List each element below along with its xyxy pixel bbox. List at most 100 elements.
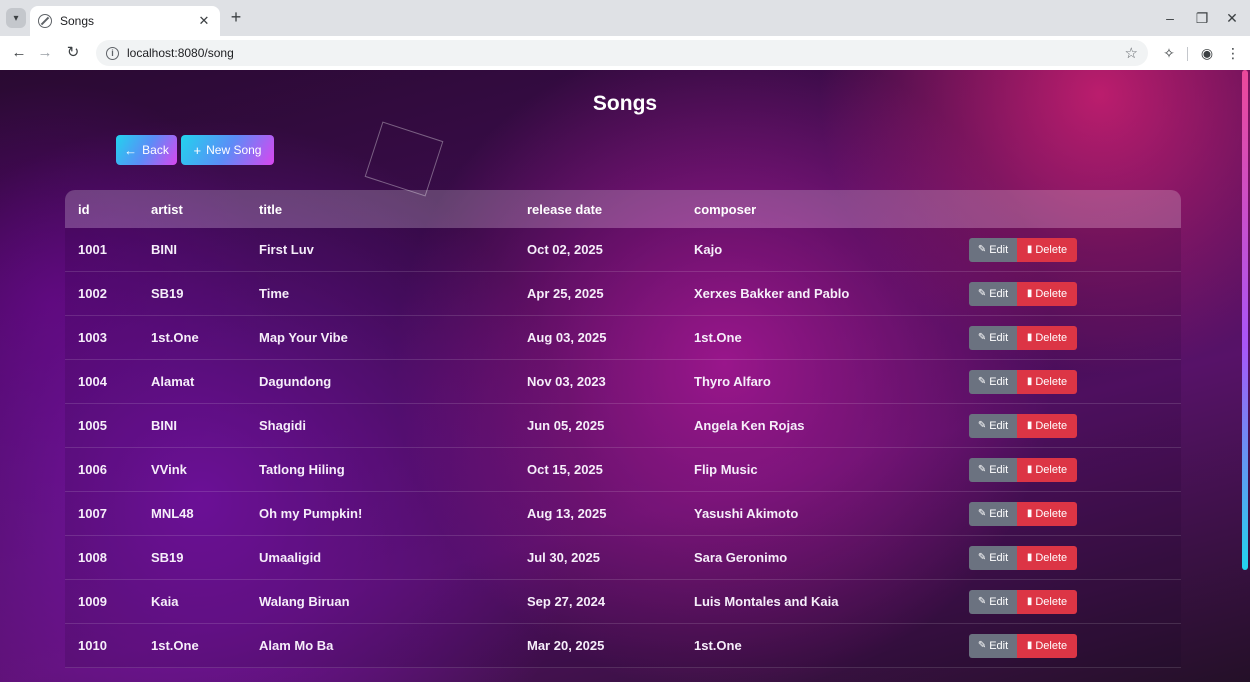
row-actions: ✎ Edit ▮ Delete bbox=[969, 501, 1169, 526]
cell-release-date: Aug 03, 2025 bbox=[527, 330, 607, 345]
site-info-icon[interactable]: i bbox=[106, 46, 119, 60]
cell-title: Time bbox=[259, 286, 290, 301]
edit-button[interactable]: ✎ Edit bbox=[969, 237, 1017, 262]
cell-release-date: Sep 27, 2024 bbox=[527, 594, 606, 609]
table-header: id artist title release date composer bbox=[65, 190, 1181, 228]
edit-button[interactable]: ✎ Edit bbox=[969, 501, 1017, 526]
row-actions: ✎ Edit ▮ Delete bbox=[969, 281, 1169, 306]
browser-tab-strip: ▾ Songs ✕ + – ❐ ✕ bbox=[0, 0, 1250, 36]
delete-button-label: Delete bbox=[1035, 331, 1068, 344]
edit-button[interactable]: ✎ Edit bbox=[969, 545, 1017, 570]
profile-avatar-icon[interactable]: ◉ bbox=[1196, 42, 1218, 64]
edit-button[interactable]: ✎ Edit bbox=[969, 413, 1017, 438]
cell-composer: Kajo bbox=[694, 242, 723, 257]
cell-title: Oh my Pumpkin! bbox=[259, 506, 363, 521]
cell-composer: Angela Ken Rojas bbox=[694, 418, 805, 433]
minimize-window-button[interactable]: – bbox=[1154, 6, 1186, 30]
trash-icon: ▮ bbox=[1026, 508, 1033, 519]
tab-search-button[interactable]: ▾ bbox=[6, 8, 26, 28]
cell-artist: MNL48 bbox=[151, 506, 194, 521]
table-row: 1003 1st.One Map Your Vibe Aug 03, 2025 1st.… bbox=[65, 316, 1181, 360]
cell-id: 1003 bbox=[78, 330, 107, 345]
trash-icon: ▮ bbox=[1026, 420, 1033, 431]
trash-icon: ▮ bbox=[1026, 640, 1033, 651]
cell-composer: 1st.One bbox=[694, 330, 742, 345]
cell-id: 1009 bbox=[78, 594, 107, 609]
header-artist: artist bbox=[151, 201, 183, 217]
cell-release-date: Oct 15, 2025 bbox=[527, 462, 603, 477]
new-tab-button[interactable]: + bbox=[226, 8, 246, 28]
edit-button-label: Edit bbox=[989, 463, 1009, 476]
edit-button-label: Edit bbox=[989, 375, 1009, 388]
delete-button[interactable]: ▮ Delete bbox=[1017, 281, 1077, 306]
cell-artist: Kaia bbox=[151, 594, 179, 609]
cell-title: Dagundong bbox=[259, 374, 332, 389]
new-song-button-label: New Song bbox=[206, 143, 262, 157]
page-favicon-icon bbox=[38, 14, 52, 28]
header-id: id bbox=[78, 201, 90, 217]
browser-menu-icon[interactable]: ⋮ bbox=[1222, 42, 1244, 64]
delete-button[interactable]: ▮ Delete bbox=[1017, 237, 1077, 262]
extensions-icon[interactable]: ✧ bbox=[1158, 42, 1180, 64]
new-song-button[interactable]: + New Song bbox=[181, 135, 274, 165]
delete-button[interactable]: ▮ Delete bbox=[1017, 589, 1077, 614]
pencil-icon: ✎ bbox=[977, 376, 987, 387]
cell-release-date: Jul 30, 2025 bbox=[527, 550, 600, 565]
reload-button[interactable]: ↻ bbox=[62, 42, 84, 64]
cell-composer: Luis Montales and Kaia bbox=[694, 594, 839, 609]
edit-button[interactable]: ✎ Edit bbox=[969, 369, 1017, 394]
address-bar[interactable]: i localhost:8080/song ☆ bbox=[96, 40, 1148, 66]
pencil-icon: ✎ bbox=[977, 288, 987, 299]
close-window-button[interactable]: ✕ bbox=[1216, 6, 1248, 30]
table-body: 1001 BINI First Luv Oct 02, 2025 Kajo ✎ Edit ▮ D… bbox=[65, 228, 1181, 668]
forward-nav-button[interactable]: → bbox=[34, 42, 56, 64]
edit-button[interactable]: ✎ Edit bbox=[969, 633, 1017, 658]
page-content: Songs ← Back + New Song id artist title … bbox=[0, 70, 1250, 682]
table-row: 1010 1st.One Alam Mo Ba Mar 20, 2025 1st.One… bbox=[65, 624, 1181, 668]
bookmark-star-icon[interactable]: ☆ bbox=[1125, 44, 1138, 62]
edit-button[interactable]: ✎ Edit bbox=[969, 589, 1017, 614]
cell-artist: Alamat bbox=[151, 374, 195, 389]
cell-title: Walang Biruan bbox=[259, 594, 350, 609]
delete-button[interactable]: ▮ Delete bbox=[1017, 325, 1077, 350]
table-row: 1009 Kaia Walang Biruan Sep 27, 2024 Luis Mo… bbox=[65, 580, 1181, 624]
close-tab-icon[interactable]: ✕ bbox=[196, 13, 212, 29]
edit-button[interactable]: ✎ Edit bbox=[969, 281, 1017, 306]
trash-icon: ▮ bbox=[1026, 596, 1033, 607]
delete-button[interactable]: ▮ Delete bbox=[1017, 545, 1077, 570]
edit-button[interactable]: ✎ Edit bbox=[969, 325, 1017, 350]
delete-button-label: Delete bbox=[1035, 287, 1068, 300]
edit-button[interactable]: ✎ Edit bbox=[969, 457, 1017, 482]
songs-table: id artist title release date composer 10… bbox=[65, 190, 1181, 668]
cell-composer: 1st.One bbox=[694, 638, 742, 653]
cell-title: Tatlong Hiling bbox=[259, 462, 345, 477]
cell-composer: Xerxes Bakker and Pablo bbox=[694, 286, 850, 301]
page-scrollbar-thumb[interactable] bbox=[1242, 70, 1248, 570]
table-row: 1005 BINI Shagidi Jun 05, 2025 Angela Ken Ro… bbox=[65, 404, 1181, 448]
delete-button[interactable]: ▮ Delete bbox=[1017, 501, 1077, 526]
cell-release-date: Jun 05, 2025 bbox=[527, 418, 605, 433]
row-actions: ✎ Edit ▮ Delete bbox=[969, 633, 1169, 658]
trash-icon: ▮ bbox=[1026, 332, 1033, 343]
delete-button[interactable]: ▮ Delete bbox=[1017, 369, 1077, 394]
cell-id: 1004 bbox=[78, 374, 107, 389]
header-release-date: release date bbox=[527, 201, 603, 217]
browser-tab-songs[interactable]: Songs ✕ bbox=[30, 6, 220, 36]
header-title: title bbox=[259, 201, 283, 217]
trash-icon: ▮ bbox=[1026, 464, 1033, 475]
cell-release-date: Apr 25, 2025 bbox=[527, 286, 604, 301]
cell-id: 1002 bbox=[78, 286, 107, 301]
delete-button-label: Delete bbox=[1035, 595, 1068, 608]
restore-window-button[interactable]: ❐ bbox=[1186, 6, 1218, 30]
cell-artist: VVink bbox=[151, 462, 187, 477]
delete-button[interactable]: ▮ Delete bbox=[1017, 633, 1077, 658]
delete-button-label: Delete bbox=[1035, 639, 1068, 652]
pencil-icon: ✎ bbox=[977, 508, 987, 519]
delete-button[interactable]: ▮ Delete bbox=[1017, 457, 1077, 482]
back-nav-button[interactable]: ← bbox=[8, 42, 30, 64]
table-row: 1007 MNL48 Oh my Pumpkin! Aug 13, 2025 Yasus… bbox=[65, 492, 1181, 536]
back-button[interactable]: ← Back bbox=[116, 135, 177, 165]
tab-title: Songs bbox=[60, 14, 95, 28]
cell-artist: 1st.One bbox=[151, 638, 199, 653]
delete-button[interactable]: ▮ Delete bbox=[1017, 413, 1077, 438]
